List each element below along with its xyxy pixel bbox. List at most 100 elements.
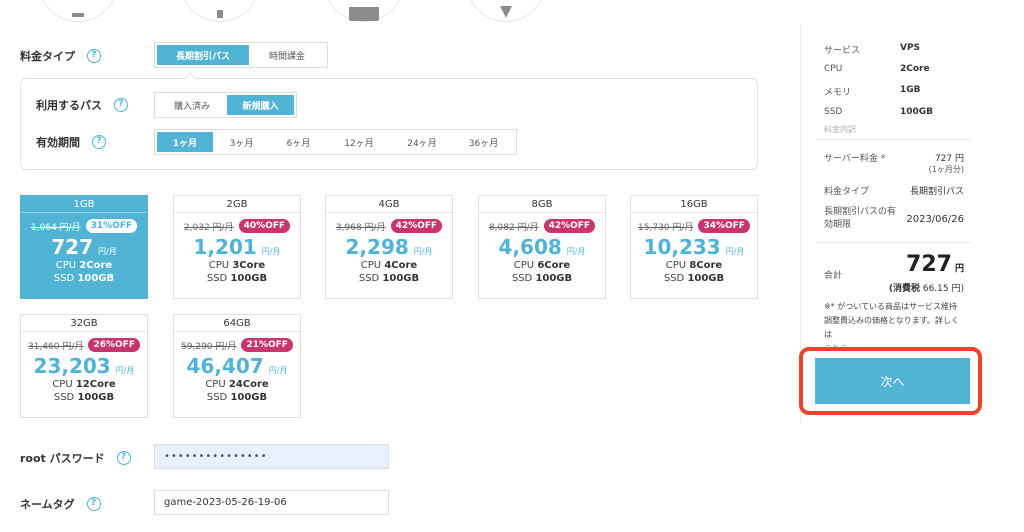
plan-original-price: 8,082 円/月 [488,222,539,233]
summary-key: SSD [824,107,843,117]
validity-selector: 1ヶ月 3ヶ月 6ヶ月 12ヶ月 24ヶ月 36ヶ月 [154,129,517,155]
plan-card-16gb[interactable]: 16GB 15,730 円/月 34%OFF 10,233 円/月 CPU 8Core SS… [630,195,758,299]
validity-label-text: 有効期間 [36,136,80,149]
plan-type-label-text: 料金タイプ [20,50,75,63]
server-fee-label: サーバー料金 * [824,154,886,164]
discount-badge: 34%OFF [698,219,750,233]
pass-use-option-new[interactable]: 新規購入 [227,95,294,115]
plan-original-price: 1,064 円/月 [30,222,81,233]
name-tag-input[interactable]: game-2023-05-26-19-06 [154,490,389,515]
plan-price: 1,201 [193,235,257,259]
summary-row-cpu: CPU 2Core [824,64,970,74]
pass-use-option-purchased[interactable]: 購入済み [157,95,227,115]
plan-cpu: CPU 12Core [21,378,147,391]
plan-price-row: 23,203 円/月 [21,354,147,378]
help-icon[interactable]: ? [114,98,128,112]
plan-price-unit: 円/月 [413,247,433,256]
plan-price: 727 [51,235,94,259]
root-password-input[interactable]: ••••••••••••••• [154,444,389,469]
plan-card-4gb[interactable]: 4GB 3,968 円/月 42%OFF 2,298 円/月 CPU 4Core SSD 1… [325,195,453,299]
plan-memory: 16GB [631,196,757,213]
app-icon-circle[interactable] [324,0,404,22]
validity-option-3m[interactable]: 3ヶ月 [213,132,270,152]
pass-use-selector: 購入済み 新規購入 [154,92,297,118]
plan-price: 4,608 [498,235,562,259]
plan-price-unit: 円/月 [261,247,281,256]
plan-original-price: 31,460 円/月 [28,341,84,352]
validity-option-36m[interactable]: 36ヶ月 [453,132,514,152]
plan-type-label: 料金タイプ ? [20,48,101,64]
plan-original-price: 2,032 円/月 [183,222,234,233]
plan-card-1gb[interactable]: 1GB 1,064 円/月 31%OFF 727 円/月 CPU 2Core SSD 100… [20,195,148,299]
plan-cpu: CPU 4Core [326,259,452,272]
divider [816,139,971,140]
plan-price-unit: 円/月 [725,247,745,256]
plan-ssd: SSD 100GB [174,272,300,285]
plan-price-row: 46,407 円/月 [174,354,300,378]
expiry-label: 長期割引パスの有効期限 [824,207,897,230]
plan-type-selector: 長期割引パス 時間課金 [154,42,328,68]
cpu-label: CPU [208,260,230,271]
validity-option-24m[interactable]: 24ヶ月 [391,132,453,152]
expiry-value: 2023/06/26 [906,213,964,225]
cpu-label: CPU [513,260,535,271]
ssd-label: SSD [206,392,228,403]
plan-memory: 2GB [174,196,300,213]
plan-card-8gb[interactable]: 8GB 8,082 円/月 42%OFF 4,608 円/月 CPU 6Core SSD 1… [478,195,606,299]
cpu-value: 24Core [228,379,269,390]
next-button[interactable]: 次へ [815,358,970,404]
server-type-icon-circle[interactable] [38,0,118,22]
plan-price-row: 727 円/月 [21,235,147,259]
summary-value: VPS [900,43,921,53]
summary-value: 100GB [900,107,934,117]
server-icon [72,13,84,17]
cpu-value: 6Core [537,260,571,271]
plan-type-option-long-term[interactable]: 長期割引パス [157,45,249,65]
plan-discount-row: 3,968 円/月 42%OFF [326,219,452,233]
plan-memory: 8GB [479,196,605,213]
cpu-value: 12Core [75,379,116,390]
validity-label: 有効期間 ? [36,134,106,150]
ssd-value: 100GB [687,273,725,284]
plan-price: 46,407 [186,354,264,378]
plan-discount-row: 8,082 円/月 42%OFF [479,219,605,233]
plan-card-2gb[interactable]: 2GB 2,032 円/月 40%OFF 1,201 円/月 CPU 3Core SSD 1… [173,195,301,299]
next-button-highlight: 次へ [799,347,982,415]
plan-type-option-hourly[interactable]: 時間課金 [249,45,325,65]
validity-option-12m[interactable]: 12ヶ月 [327,132,391,152]
divider [816,242,971,243]
pass-use-label: 利用するパス ? [36,97,128,113]
tools-icon [217,10,223,18]
validity-option-6m[interactable]: 6ヶ月 [270,132,327,152]
help-icon[interactable]: ? [86,497,101,511]
validity-option-1m[interactable]: 1ヶ月 [157,132,213,152]
location-icon-circle[interactable] [466,0,546,22]
plan-card-64gb[interactable]: 64GB 59,290 円/月 21%OFF 46,407 円/月 CPU 24Core S… [173,314,301,418]
plan-cpu: CPU 3Core [174,259,300,272]
plan-type-summary-label: 料金タイプ [824,187,870,197]
help-icon[interactable]: ? [87,49,101,63]
cpu-label: CPU [55,260,77,271]
ssd-value: 100GB [77,392,115,403]
discount-badge: 26%OFF [88,338,140,352]
cpu-label: CPU [205,379,226,390]
tax-value: 66.15 円) [922,284,964,294]
plan-cpu: CPU 2Core [21,259,147,272]
summary-value: 2Core [900,64,930,74]
tax-line: (消費税 66.15 円) [889,281,964,294]
plan-memory: 64GB [174,315,300,332]
plan-discount-row: 1,064 円/月 31%OFF [21,219,147,233]
plan-cpu: CPU 24Core [174,378,300,391]
tools-icon-circle[interactable] [180,0,260,22]
plan-type-summary-value: 長期割引パス [909,187,964,197]
plan-price: 23,203 [33,354,111,378]
plan-price-row: 10,233 円/月 [631,235,757,259]
help-icon[interactable]: ? [116,451,131,465]
plan-ssd: SSD 100GB [479,272,605,285]
cpu-label: CPU [665,260,687,271]
help-icon[interactable]: ? [92,135,106,149]
discount-badge: 21%OFF [241,338,293,352]
summary-row-memory: メモリ 1GB [824,85,970,98]
plan-card-32gb[interactable]: 32GB 31,460 円/月 26%OFF 23,203 円/月 CPU 12Core S… [20,314,148,418]
ssd-label: SSD [53,392,75,403]
